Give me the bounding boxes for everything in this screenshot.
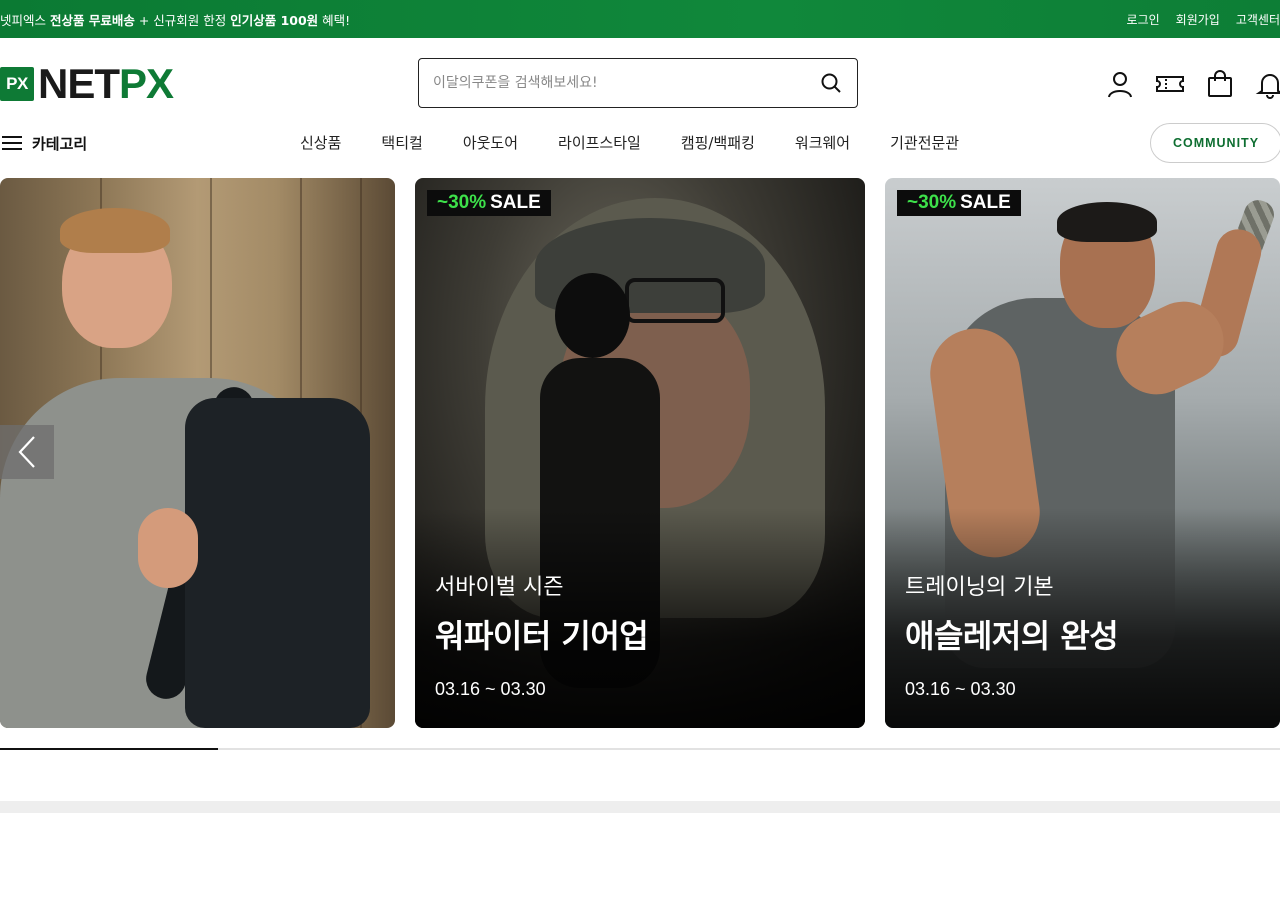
search-icon[interactable]: [819, 71, 843, 95]
slide-date: 03.16 ~ 03.30: [905, 679, 1016, 699]
category-button[interactable]: 카테고리: [2, 131, 87, 155]
header-icons: [1104, 68, 1280, 100]
customer-center-link[interactable]: 고객센터: [1236, 11, 1280, 28]
slide-subtitle: 트레이닝의 기본: [905, 575, 1054, 600]
nav-item-outdoor[interactable]: 아웃도어: [463, 132, 518, 153]
login-link[interactable]: 로그인: [1127, 11, 1160, 28]
logo-badge: PX: [0, 67, 34, 101]
nav-item-camping[interactable]: 캠핑/백패킹: [681, 132, 755, 153]
sale-badge: ~30% SALE: [897, 190, 1021, 216]
community-button[interactable]: COMMUNITY: [1150, 123, 1280, 163]
coupon-icon[interactable]: [1154, 68, 1186, 100]
banner-slide-2[interactable]: ~30% SALE 서바이벌 시즌 워파이터 기어업 03.16 ~ 03.30: [415, 178, 865, 728]
nav-item-new[interactable]: 신상품: [300, 132, 341, 153]
slide-caption: 서바이벌 시즌 워파이터 기어업 03.16 ~ 03.30: [435, 569, 649, 700]
chevron-left-icon: [18, 436, 35, 468]
site-logo[interactable]: PX NETPX: [0, 60, 174, 107]
backpack-image: [185, 398, 370, 728]
section-divider: [0, 801, 1280, 813]
promo-text: 넷피엑스 전상품 무료배송 + 신규회원 한정 인기상품 100원 혜택!: [0, 12, 351, 28]
bell-icon[interactable]: [1254, 68, 1280, 100]
banner-slide-1[interactable]: [0, 178, 395, 728]
slide-caption: 트레이닝의 기본 애슬레저의 완성 03.16 ~ 03.30: [905, 569, 1119, 700]
promo-bar: 넷피엑스 전상품 무료배송 + 신규회원 한정 인기상품 100원 혜택! 로그…: [0, 0, 1280, 38]
shopping-bag-icon[interactable]: [1204, 68, 1236, 100]
search-box: [418, 58, 858, 108]
nav-item-tactical[interactable]: 택티컬: [381, 132, 422, 153]
main-nav: 신상품 택티컬 아웃도어 라이프스타일 캠핑/백패킹 워크웨어 기관전문관: [300, 132, 959, 153]
top-links: 로그인 회원가입 고객센터: [1127, 11, 1280, 28]
logo-wordmark: NETPX: [38, 60, 174, 107]
search-input[interactable]: [433, 75, 819, 91]
banner-slide-3[interactable]: ~30% SALE 트레이닝의 기본 애슬레저의 완성 03.16 ~ 03.30: [885, 178, 1280, 728]
carousel-progress-track: [0, 748, 1280, 750]
category-label: 카테고리: [32, 134, 88, 153]
slide-title: 애슬레저의 완성: [905, 617, 1119, 655]
carousel-progress-fill: [0, 748, 218, 750]
sale-badge: ~30% SALE: [427, 190, 551, 216]
slide-subtitle: 서바이벌 시즌: [435, 575, 564, 600]
carousel-prev-button[interactable]: [0, 425, 54, 479]
hamburger-icon: [2, 136, 22, 150]
slide-date: 03.16 ~ 03.30: [435, 679, 546, 699]
nav-item-institution[interactable]: 기관전문관: [890, 132, 959, 153]
slide-title: 워파이터 기어업: [435, 617, 649, 655]
user-icon[interactable]: [1104, 68, 1136, 100]
nav-item-lifestyle[interactable]: 라이프스타일: [558, 132, 641, 153]
signup-link[interactable]: 회원가입: [1176, 11, 1220, 28]
nav-item-workwear[interactable]: 워크웨어: [795, 132, 850, 153]
